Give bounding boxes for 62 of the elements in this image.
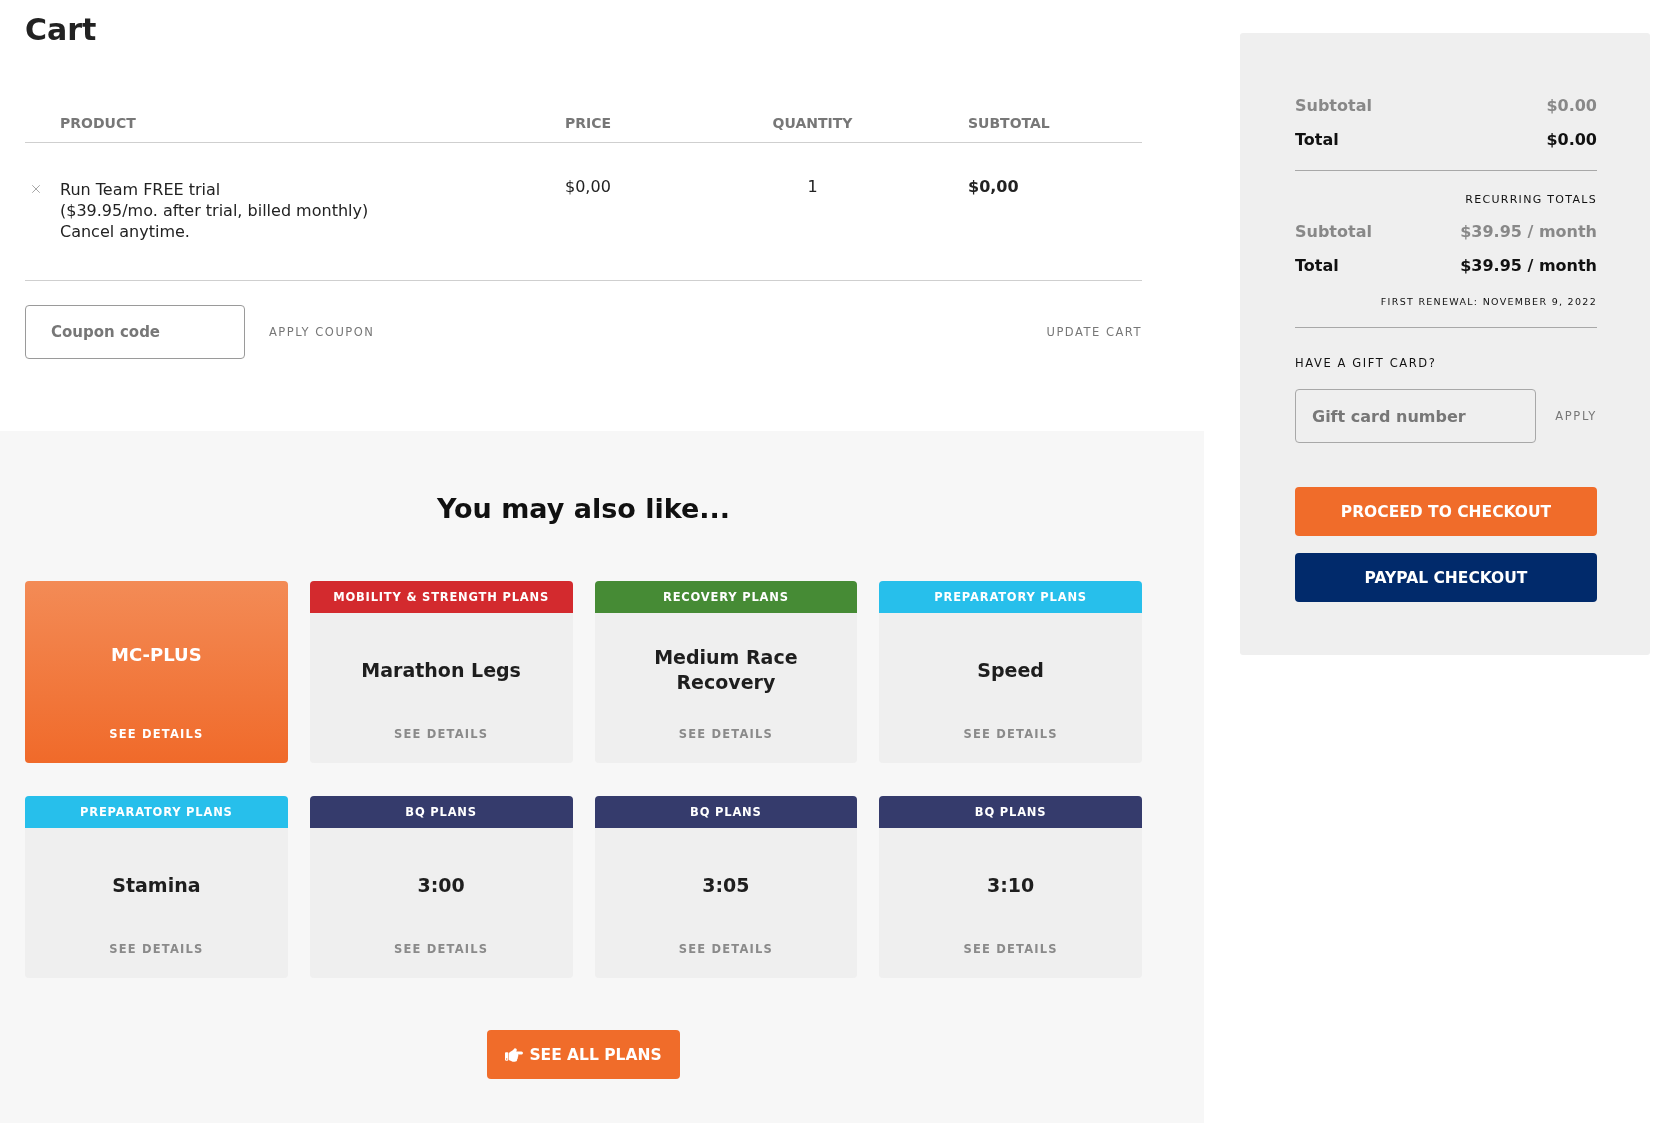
plan-category: MOBILITY & STRENGTH PLANS	[309, 581, 573, 613]
plan-category: PREPARATORY PLANS	[25, 796, 288, 828]
plan-category: BQ PLANS	[879, 796, 1142, 828]
update-cart-button[interactable]: UPDATE CART	[1046, 325, 1142, 339]
see-details-link[interactable]: SEE DETAILS	[678, 942, 774, 956]
total-label: Total	[1295, 129, 1339, 149]
total-value: $39.95 / month	[1460, 221, 1597, 241]
recurring-heading: RECURRING TOTALS	[1465, 193, 1597, 206]
plan-card[interactable]: BQ PLANS 3:05 SEE DETAILS	[594, 796, 858, 978]
column-header: QUANTITY	[772, 114, 853, 131]
plan-category: BQ PLANS	[594, 796, 858, 828]
total-value: $39.95 / month	[1460, 255, 1597, 275]
coupon-input[interactable]: Coupon code	[25, 305, 245, 359]
plan-name: 3:05	[702, 872, 750, 898]
see-details-link[interactable]: SEE DETAILS	[963, 727, 1058, 741]
column-header: PRODUCT	[60, 114, 136, 131]
see-all-plans-button[interactable]: SEE ALL PLANS	[487, 1030, 680, 1079]
gift-card-heading: HAVE A GIFT CARD?	[1295, 356, 1438, 370]
plan-category: RECOVERY PLANS	[594, 581, 858, 613]
plan-card[interactable]: PREPARATORY PLANS Stamina SEE DETAILS	[25, 796, 288, 978]
see-details-link[interactable]: SEE DETAILS	[393, 727, 489, 741]
plan-category: BQ PLANS	[309, 796, 573, 828]
plan-category: PREPARATORY PLANS	[879, 581, 1142, 613]
checkout-button[interactable]: PROCEED TO CHECKOUT	[1295, 487, 1597, 536]
see-details-link[interactable]: SEE DETAILS	[109, 727, 204, 741]
column-header: PRICE	[565, 114, 612, 131]
paypal-checkout-button[interactable]: PAYPAL CHECKOUT	[1295, 553, 1597, 602]
see-details-link[interactable]: SEE DETAILS	[109, 942, 204, 956]
close-icon[interactable]	[29, 182, 43, 196]
plan-card[interactable]: BQ PLANS 3:10 SEE DETAILS	[879, 796, 1142, 978]
pointing-hand-icon	[505, 1045, 524, 1064]
plan-name: Medium Race Recovery	[653, 645, 799, 695]
total-value: $0.00	[1546, 95, 1597, 115]
total-label: Total	[1295, 255, 1339, 275]
plan-name: Speed	[977, 657, 1044, 683]
quantity-cell: 1	[807, 176, 818, 197]
plan-name: 3:00	[417, 872, 465, 898]
apply-gift-card-button[interactable]: APPLY	[1555, 409, 1597, 423]
gift-card-input[interactable]: Gift card number	[1295, 389, 1536, 443]
plan-name: Marathon Legs	[361, 657, 521, 683]
plan-card[interactable]: MC-PLUS SEE DETAILS	[25, 581, 288, 763]
apply-coupon-button[interactable]: APPLY COUPON	[269, 325, 375, 339]
subtotal-cell: $0,00	[968, 176, 1019, 197]
plan-card[interactable]: RECOVERY PLANS Medium Race Recovery SEE DETAILS	[594, 581, 858, 763]
see-details-link[interactable]: SEE DETAILS	[393, 942, 489, 956]
price-cell: $0,00	[565, 176, 611, 197]
plan-card[interactable]: BQ PLANS 3:00 SEE DETAILS	[309, 796, 573, 978]
plan-card[interactable]: MOBILITY & STRENGTH PLANS Marathon Legs SEE DETAILS	[309, 581, 573, 763]
product-name: Run Team FREE trial ($39.95/mo. after trial, billed monthly) Cancel anytime.	[60, 179, 369, 242]
column-header: SUBTOTAL	[968, 114, 1050, 131]
plan-name: 3:10	[987, 872, 1035, 898]
page-title: Cart	[25, 12, 98, 48]
see-details-link[interactable]: SEE DETAILS	[963, 942, 1058, 956]
total-value: $0.00	[1546, 129, 1597, 149]
first-renewal-text: FIRST RENEWAL: NOVEMBER 9, 2022	[1380, 296, 1597, 307]
section-title: You may also like...	[436, 492, 731, 526]
plan-name: Stamina	[112, 872, 201, 898]
plan-name: MC-PLUS	[111, 642, 202, 667]
total-label: Subtotal	[1295, 95, 1372, 115]
plan-card[interactable]: PREPARATORY PLANS Speed SEE DETAILS	[879, 581, 1142, 763]
see-details-link[interactable]: SEE DETAILS	[678, 727, 774, 741]
total-label: Subtotal	[1295, 221, 1372, 241]
